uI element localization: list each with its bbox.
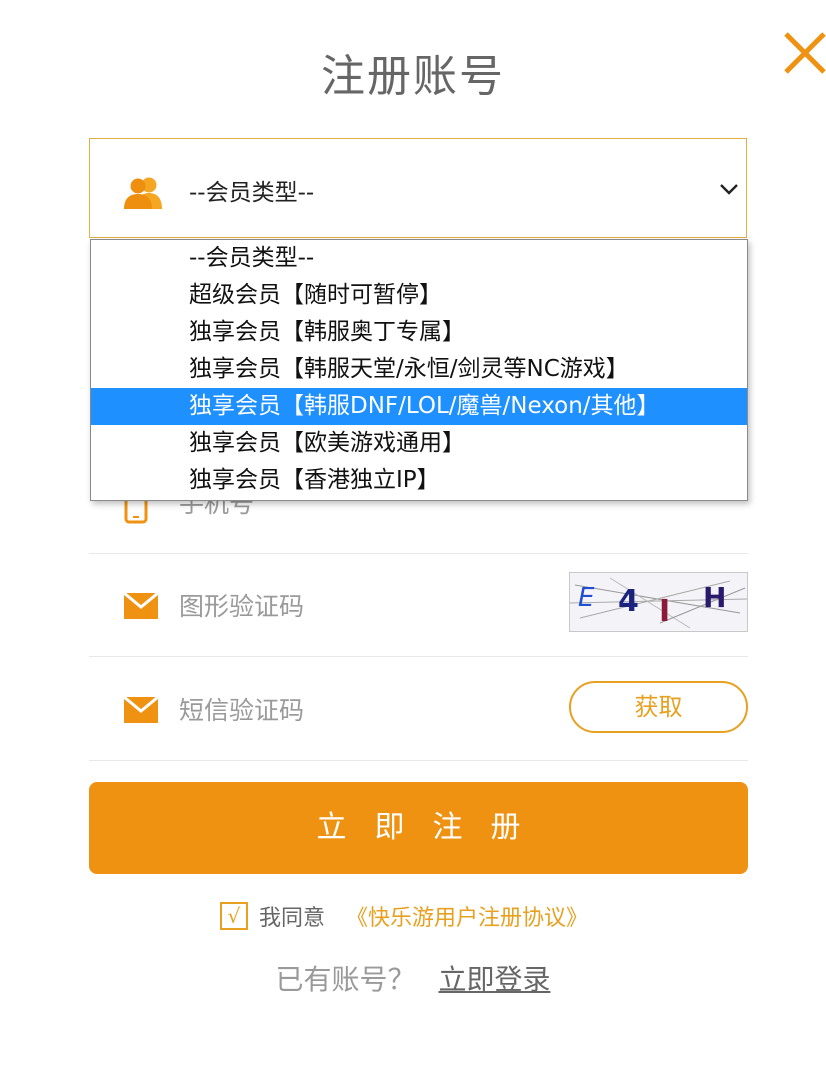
dropdown-option-highlighted[interactable]: 独享会员【韩服DNF/LOL/魔兽/Nexon/其他】	[91, 388, 747, 425]
page-title: 注册账号	[321, 51, 505, 102]
member-type-dropdown[interactable]: --会员类型-- 超级会员【随时可暂停】 独享会员【韩服奥丁专属】 独享会员【韩…	[90, 239, 748, 501]
dropdown-option[interactable]: --会员类型--	[91, 240, 747, 277]
captcha-input[interactable]: 图形验证码	[179, 587, 304, 623]
agreement-link[interactable]: 《快乐游用户注册协议》	[346, 906, 588, 931]
member-type-value: --会员类型--	[189, 180, 315, 206]
captcha-char-3: I	[659, 594, 670, 629]
dropdown-option[interactable]: 独享会员【韩服奥丁专属】	[91, 314, 747, 351]
sms-field[interactable]: 短信验证码 获取	[89, 657, 748, 761]
captcha-char-4: H	[703, 581, 726, 614]
dropdown-option[interactable]: 独享会员【香港独立IP】	[91, 462, 747, 499]
login-link[interactable]: 立即登录	[438, 963, 550, 996]
login-prompt: 已有账号？	[275, 963, 416, 996]
captcha-field[interactable]: 图形验证码 E 4 I H	[89, 553, 748, 657]
close-icon[interactable]	[780, 28, 826, 78]
register-button[interactable]: 立即注册	[89, 782, 748, 874]
chevron-down-icon	[720, 184, 738, 195]
agree-checkbox[interactable]: √	[220, 902, 248, 930]
mail-icon	[124, 697, 158, 723]
users-icon	[124, 177, 162, 209]
agree-label: 我同意	[259, 906, 326, 931]
dropdown-option[interactable]: 独享会员【欧美游戏通用】	[91, 425, 747, 462]
captcha-char-1: E	[578, 583, 595, 613]
member-type-select[interactable]: --会员类型--	[89, 138, 747, 238]
login-row: 已有账号？ 立即登录	[0, 958, 826, 998]
captcha-image[interactable]: E 4 I H	[569, 572, 748, 632]
sms-code-input[interactable]: 短信验证码	[179, 691, 304, 727]
mail-icon	[124, 593, 158, 619]
agreement-row: √ 我同意 《快乐游用户注册协议》	[220, 900, 588, 934]
captcha-char-2: 4	[618, 584, 639, 619]
dropdown-option[interactable]: 超级会员【随时可暂停】	[91, 277, 747, 314]
dropdown-option[interactable]: 独享会员【韩服天堂/永恒/剑灵等NC游戏】	[91, 351, 747, 388]
get-code-button[interactable]: 获取	[569, 681, 748, 733]
